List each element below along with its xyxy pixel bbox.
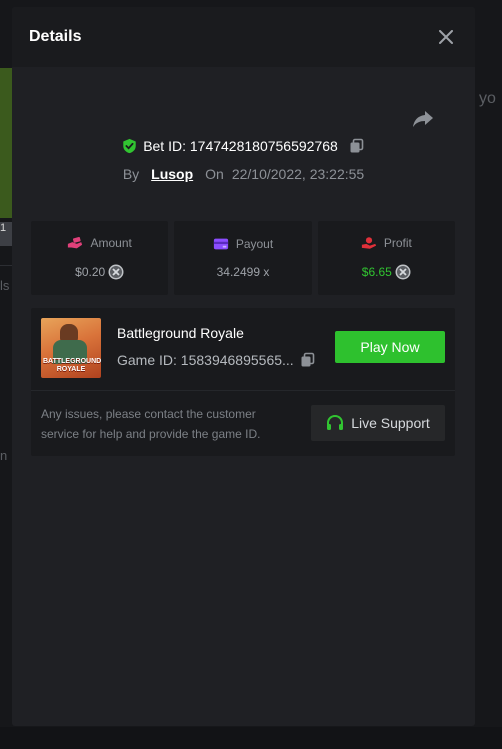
- background-tag-text: 1: [0, 222, 7, 234]
- amount-label: Amount: [90, 236, 132, 250]
- game-name: Battleground Royale: [117, 325, 244, 341]
- on-label: On: [205, 166, 224, 182]
- bet-date: 22/10/2022, 23:22:55: [231, 166, 365, 182]
- close-button[interactable]: [435, 26, 457, 48]
- shield-check-icon: [123, 138, 136, 154]
- play-now-button[interactable]: Play Now: [335, 331, 445, 363]
- bet-details-modal: Details Bet ID: 1747428180756592768 By L…: [12, 7, 475, 726]
- game-id-row: Game ID: 1583946895565...: [117, 352, 316, 368]
- live-support-button[interactable]: Live Support: [311, 405, 445, 441]
- coin-icon: [108, 264, 124, 280]
- background-label: n: [0, 448, 8, 463]
- coin-icon: [395, 264, 411, 280]
- game-id: Game ID: 1583946895565...: [117, 352, 294, 368]
- copy-icon[interactable]: [300, 352, 316, 368]
- payout-value: 34.2499 x: [216, 265, 270, 279]
- copy-icon[interactable]: [349, 138, 365, 154]
- background-label: ls: [0, 278, 10, 293]
- profit-value: $6.65: [361, 265, 392, 279]
- stat-payout: Payout 34.2499 x: [174, 221, 312, 295]
- payout-label: Payout: [235, 237, 274, 251]
- card-divider: [31, 390, 455, 391]
- background-tag: 1: [0, 222, 12, 246]
- share-icon[interactable]: [411, 107, 435, 131]
- profit-hand-icon: [361, 237, 376, 249]
- background-divider: [0, 265, 12, 266]
- bet-stats: Amount $0.20 Payout 34.2499 x Profit $6.…: [31, 221, 455, 295]
- user-link[interactable]: Lusop: [151, 166, 193, 182]
- headset-icon: [327, 414, 344, 430]
- bet-id: Bet ID: 1747428180756592768: [143, 138, 338, 154]
- modal-title: Details: [29, 28, 82, 45]
- bet-id-row: Bet ID: 1747428180756592768: [12, 138, 475, 154]
- by-label: By: [122, 166, 140, 182]
- game-card: BATTLEGROUND ROYALE Battleground Royale …: [31, 308, 455, 456]
- game-thumbnail-title: BATTLEGROUND ROYALE: [43, 358, 101, 373]
- bet-meta-row: By Lusop On 22/10/2022, 23:22:55: [12, 166, 475, 182]
- stat-amount: Amount $0.20: [31, 221, 169, 295]
- background-banner: [0, 68, 12, 218]
- profit-label: Profit: [383, 236, 412, 250]
- background-bottom: [0, 727, 502, 749]
- modal-header: Details: [12, 7, 475, 67]
- wallet-icon: [213, 238, 228, 250]
- live-support-label: Live Support: [351, 415, 430, 431]
- money-hand-icon: [68, 237, 83, 249]
- close-icon: [439, 30, 453, 44]
- game-thumbnail[interactable]: BATTLEGROUND ROYALE: [41, 318, 101, 378]
- stat-profit: Profit $6.65: [317, 221, 455, 295]
- amount-value: $0.20: [75, 265, 106, 279]
- support-notice: Any issues, please contact the customer …: [41, 407, 261, 441]
- background-label: yo: [479, 90, 496, 107]
